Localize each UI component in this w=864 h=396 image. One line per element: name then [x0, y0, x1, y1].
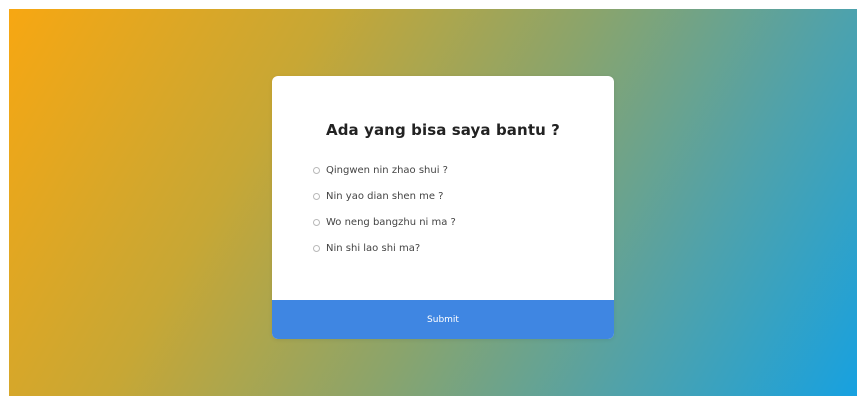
question-card: Ada yang bisa saya bantu ? Qingwen nin z…	[272, 76, 614, 339]
radio-button[interactable]	[313, 166, 320, 174]
answer-options-list: Qingwen nin zhao shui ? Nin yao dian she…	[313, 162, 456, 266]
answer-option-label: Wo neng bangzhu ni ma ?	[326, 216, 456, 228]
radio-button[interactable]	[313, 192, 320, 200]
answer-option-label: Qingwen nin zhao shui ?	[326, 164, 448, 176]
answer-option-4[interactable]: Nin shi lao shi ma?	[313, 240, 456, 256]
gradient-background: Ada yang bisa saya bantu ? Qingwen nin z…	[9, 9, 857, 396]
card-title: Ada yang bisa saya bantu ?	[325, 121, 560, 139]
answer-option-label: Nin yao dian shen me ?	[326, 190, 444, 202]
answer-option-label: Nin shi lao shi ma?	[326, 242, 421, 254]
answer-option-3[interactable]: Wo neng bangzhu ni ma ?	[313, 214, 456, 230]
radio-button[interactable]	[313, 244, 320, 252]
radio-button[interactable]	[313, 218, 320, 226]
submit-button[interactable]: Submit	[272, 300, 614, 339]
answer-option-2[interactable]: Nin yao dian shen me ?	[313, 188, 456, 204]
answer-option-1[interactable]: Qingwen nin zhao shui ?	[313, 162, 456, 178]
